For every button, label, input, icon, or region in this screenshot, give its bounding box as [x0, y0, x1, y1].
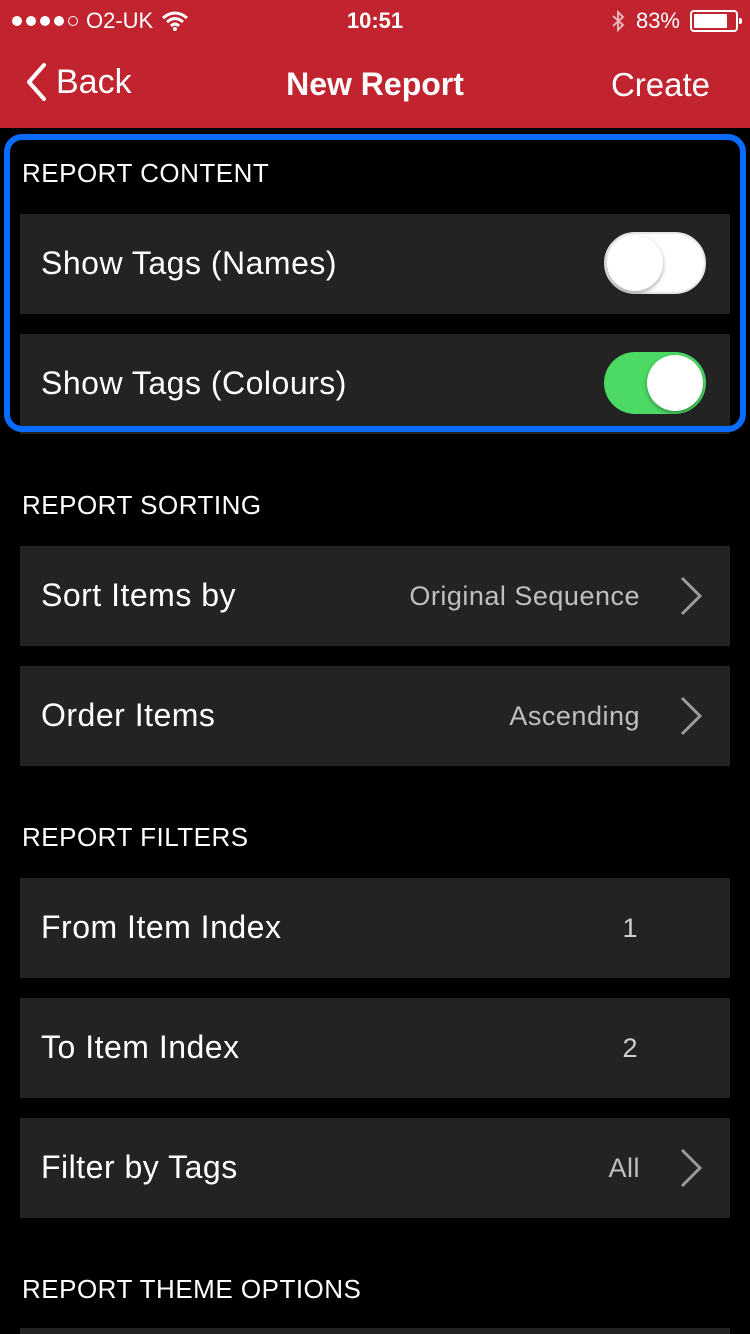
- section-title-report-filters: REPORT FILTERS: [22, 822, 249, 852]
- row-label: Show Tags (Colours): [41, 365, 347, 401]
- row-label: To Item Index: [41, 1029, 240, 1065]
- navigation-bar: Back New Report Create: [0, 40, 750, 128]
- chevron-right-icon: [680, 576, 703, 616]
- top-bar: O2-UK 10:51 83% Back New Report Create: [0, 0, 750, 128]
- row-value: Original Sequence: [409, 581, 640, 611]
- row-label: Order Items: [41, 697, 216, 733]
- battery-icon: [690, 10, 742, 32]
- chevron-right-icon: [680, 696, 703, 736]
- bluetooth-icon: [612, 9, 625, 33]
- row-theme-partial[interactable]: [20, 1328, 730, 1334]
- row-show-tags-names: Show Tags (Names): [20, 214, 730, 314]
- create-button[interactable]: Create: [611, 66, 710, 104]
- chevron-right-icon: [680, 1148, 703, 1188]
- section-title-report-content: REPORT CONTENT: [22, 158, 270, 188]
- row-show-tags-colours: Show Tags (Colours): [20, 334, 730, 434]
- row-label: Sort Items by: [41, 577, 236, 613]
- row-value: 2: [622, 1033, 638, 1063]
- row-sort-items-by[interactable]: Sort Items by Original Sequence: [20, 546, 730, 646]
- show-tags-colours-toggle[interactable]: [604, 352, 706, 414]
- show-tags-names-toggle[interactable]: [604, 232, 706, 294]
- section-title-report-theme-options: REPORT THEME OPTIONS: [22, 1274, 362, 1304]
- row-label: Filter by Tags: [41, 1149, 238, 1185]
- row-label: From Item Index: [41, 909, 282, 945]
- status-bar: O2-UK 10:51 83%: [0, 0, 750, 40]
- row-to-item-index[interactable]: To Item Index 2: [20, 998, 730, 1098]
- row-label: Show Tags (Names): [41, 245, 338, 281]
- battery-fill: [694, 14, 727, 28]
- battery-percent: 83%: [635, 8, 680, 33]
- row-value: 1: [622, 913, 638, 943]
- row-order-items[interactable]: Order Items Ascending: [20, 666, 730, 766]
- row-from-item-index[interactable]: From Item Index 1: [20, 878, 730, 978]
- status-right: 83%: [610, 8, 742, 34]
- row-value: All: [608, 1153, 640, 1183]
- section-title-report-sorting: REPORT SORTING: [22, 490, 262, 520]
- row-filter-by-tags[interactable]: Filter by Tags All: [20, 1118, 730, 1218]
- toggle-knob: [607, 235, 663, 291]
- row-value: Ascending: [509, 701, 640, 731]
- toggle-knob: [647, 355, 703, 411]
